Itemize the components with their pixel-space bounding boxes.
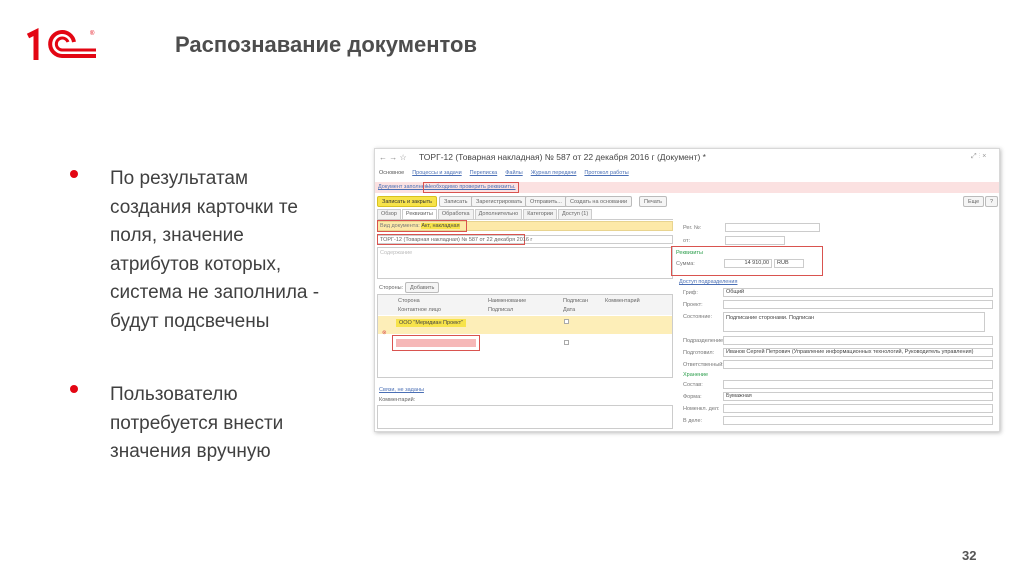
col-date: Дата <box>563 307 576 313</box>
register-button[interactable]: Зарегистрировать <box>471 196 528 207</box>
nav-correspondence[interactable]: Переписка <box>470 170 498 176</box>
nav-log[interactable]: Протокол работы <box>584 170 628 176</box>
form-field[interactable]: Бумажная <box>723 392 993 401</box>
storage-label: Хранение <box>683 372 709 378</box>
section-nav: Основное Процессы и задачи Переписка Фай… <box>379 170 629 176</box>
comment-label: Комментарий: <box>379 397 416 403</box>
slide-title: Распознавание документов <box>175 32 477 57</box>
delivery-link[interactable]: Доступ подразделения <box>679 279 737 285</box>
composition-field[interactable] <box>723 380 993 389</box>
bullet-text-1: По результатам создания карточки те поля… <box>110 168 320 332</box>
field-label: Форма: <box>683 394 702 400</box>
col-name: Наименование <box>488 298 527 304</box>
links-link[interactable]: Связи, не заданы <box>379 387 424 393</box>
empty-party-field[interactable] <box>396 339 476 347</box>
doc-title-value: ТОРГ-12 (Товарная накладная) № 587 от 22… <box>377 234 532 245</box>
col-party: Сторона <box>398 298 420 304</box>
tab-details[interactable]: Реквизиты <box>401 209 437 219</box>
prepared-by-field[interactable]: Иванов Сергей Петрович (Управление инфор… <box>723 348 993 357</box>
department-field[interactable] <box>723 336 993 345</box>
col-signed: Подписан <box>563 298 588 304</box>
doc-kind-label: Вид документа: <box>380 223 420 229</box>
col-signer: Подписал <box>488 307 514 313</box>
sum-label: Сумма: <box>676 261 695 267</box>
warning-message[interactable]: Необходимо проверить реквизиты. <box>423 182 519 193</box>
doc-kind-highlight: Вид документа: Акт, накладная <box>377 220 467 232</box>
currency-select[interactable]: RUB <box>774 259 804 268</box>
field-label: Номенкл. дел: <box>683 406 720 412</box>
field-label: Подразделение: <box>683 338 725 344</box>
window-title: ТОРГ-12 (Товарная накладная) № 587 от 22… <box>419 152 706 162</box>
in-case-field[interactable] <box>723 416 993 425</box>
window-controls-icons[interactable]: ⤢ ⋮ × <box>971 153 986 161</box>
sum-field[interactable]: 14 910,00 <box>724 259 772 268</box>
state-field[interactable]: Подписание сторонами. Подписан <box>723 312 985 332</box>
field-label: Проект: <box>683 302 703 308</box>
grif-field[interactable]: Общий <box>723 288 993 297</box>
details-label: Реквизиты <box>676 250 703 256</box>
reg-no-label: Рег. №: <box>683 225 702 231</box>
page-number: 32 <box>962 548 977 563</box>
field-label: Гриф: <box>683 290 698 296</box>
party-name[interactable]: ООО "Меридиан Проект" <box>396 319 467 327</box>
nomenclature-field[interactable] <box>723 404 993 413</box>
col-comment: Комментарий <box>605 298 640 304</box>
nav-files[interactable]: Файлы <box>505 170 522 176</box>
help-button[interactable]: ? <box>985 196 999 207</box>
parties-label: Стороны: <box>379 285 404 291</box>
tab-access[interactable]: Доступ (1) <box>558 209 593 219</box>
document-form-screenshot: ← → ☆ ТОРГ-12 (Товарная накладная) № 587… <box>374 148 1000 432</box>
svg-text:®: ® <box>90 30 95 37</box>
field-label: Состояние: <box>683 314 712 320</box>
create-based-button[interactable]: Создать на основании <box>565 196 633 207</box>
signed-checkbox[interactable] <box>564 319 569 324</box>
send-button[interactable]: Отправить... <box>525 196 567 207</box>
nav-journal[interactable]: Журнал передачи <box>531 170 577 176</box>
date-label: от: <box>683 238 690 244</box>
tab-categories[interactable]: Категории <box>523 209 557 219</box>
details-highlight: Реквизиты Сумма: 14 910,00 RUB <box>671 246 823 276</box>
save-button[interactable]: Записать <box>439 196 473 207</box>
field-label: Подготовил: <box>683 350 715 356</box>
more-button[interactable]: Еще <box>963 196 985 207</box>
tab-overview[interactable]: Обзор <box>377 209 401 219</box>
reg-no-field[interactable] <box>725 223 820 232</box>
date-field[interactable] <box>725 236 785 245</box>
save-close-button[interactable]: Записать и закрыть <box>377 196 438 207</box>
doc-kind-value: Акт, накладная <box>421 223 460 229</box>
comment-textarea[interactable] <box>377 405 673 429</box>
tab-additional[interactable]: Дополнительно <box>474 209 523 219</box>
responsible-field[interactable] <box>723 360 993 369</box>
project-field[interactable] <box>723 300 993 309</box>
1c-logo: ® <box>26 27 96 60</box>
error-icon: ⊗ <box>382 330 387 336</box>
empty-party-highlight <box>392 335 480 351</box>
print-button[interactable]: Печать <box>639 196 668 207</box>
form-tabs: Обзор Реквизиты Обработка Дополнительно … <box>377 209 673 220</box>
tab-processing[interactable]: Обработка <box>437 209 474 219</box>
signed-checkbox[interactable] <box>564 340 569 345</box>
field-label: Ответственный: <box>683 362 724 368</box>
field-label: В деле: <box>683 418 703 424</box>
add-party-button[interactable]: Добавить <box>405 282 440 293</box>
col-contact: Контактное лицо <box>398 307 441 313</box>
bullet-dot <box>70 170 78 178</box>
bullet-dot <box>70 385 78 393</box>
nav-main[interactable]: Основное <box>379 170 404 176</box>
parties-table: Сторона Наименование Подписан Комментари… <box>377 294 673 378</box>
nav-processes[interactable]: Процессы и задачи <box>412 170 461 176</box>
bullet-text-2: Пользователю потребуется внести значения… <box>110 384 284 462</box>
field-label: Состав: <box>683 382 703 388</box>
back-forward-icons[interactable]: ← → ☆ <box>379 153 407 162</box>
warning-prefix[interactable]: Документ заполнен. <box>378 184 429 190</box>
summary-textarea[interactable]: Содержание <box>377 247 673 279</box>
